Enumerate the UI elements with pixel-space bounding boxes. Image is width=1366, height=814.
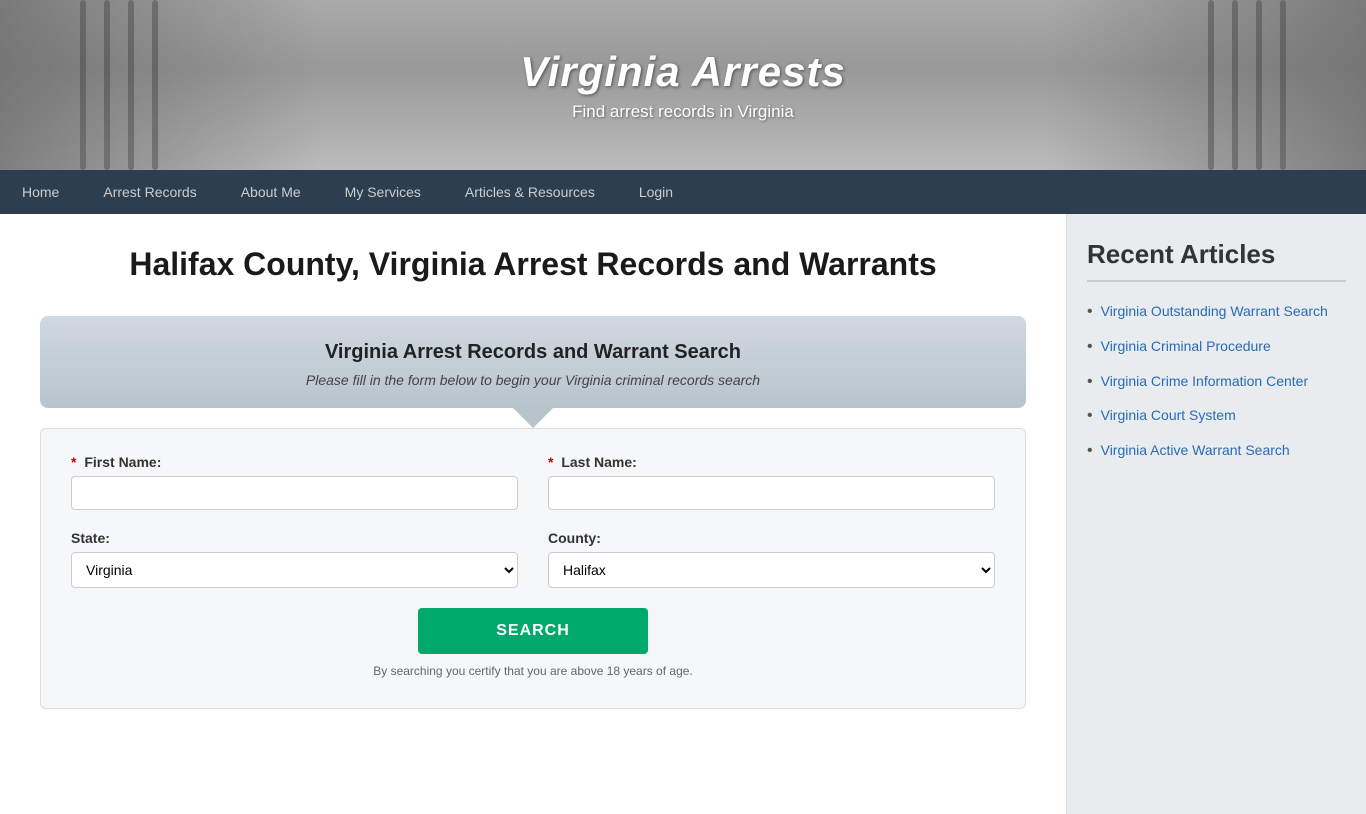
hero-content: Virginia Arrests Find arrest records in … xyxy=(520,48,846,122)
state-label: State: xyxy=(71,530,518,546)
sidebar-link-3[interactable]: Virginia Court System xyxy=(1101,406,1236,426)
main-content: Halifax County, Virginia Arrest Records … xyxy=(0,214,1066,814)
form-note: By searching you certify that you are ab… xyxy=(71,664,995,678)
nav-item-about-me[interactable]: About Me xyxy=(219,170,323,214)
nav-link-home[interactable]: Home xyxy=(0,170,81,214)
nav-list: Home Arrest Records About Me My Services… xyxy=(0,170,1366,214)
search-form-section: * First Name: * Last Name: State: xyxy=(40,428,1026,709)
bar-line xyxy=(1232,0,1238,170)
nav-link-arrest-records[interactable]: Arrest Records xyxy=(81,170,218,214)
nav-item-articles[interactable]: Articles & Resources xyxy=(443,170,617,214)
nav-link-articles[interactable]: Articles & Resources xyxy=(443,170,617,214)
hero-bars-left xyxy=(0,0,320,170)
sidebar-link-1[interactable]: Virginia Criminal Procedure xyxy=(1101,337,1271,357)
bar-line xyxy=(128,0,134,170)
sidebar-title: Recent Articles xyxy=(1087,239,1346,282)
location-row: State: Virginia County: Halifax xyxy=(71,530,995,588)
hero-section: Virginia Arrests Find arrest records in … xyxy=(0,0,1366,170)
last-name-group: * Last Name: xyxy=(548,454,995,510)
main-nav: Home Arrest Records About Me My Services… xyxy=(0,170,1366,214)
first-name-group: * First Name: xyxy=(71,454,518,510)
search-button[interactable]: SEARCH xyxy=(418,608,648,654)
last-name-label: * Last Name: xyxy=(548,454,995,470)
state-select[interactable]: Virginia xyxy=(71,552,518,588)
nav-item-arrest-records[interactable]: Arrest Records xyxy=(81,170,218,214)
first-name-required: * xyxy=(71,454,76,470)
bar-line xyxy=(1256,0,1262,170)
nav-link-login[interactable]: Login xyxy=(617,170,695,214)
page-title: Halifax County, Virginia Arrest Records … xyxy=(40,244,1026,286)
sidebar-item-1: Virginia Criminal Procedure xyxy=(1087,337,1346,358)
last-name-required: * xyxy=(548,454,553,470)
hero-bars-right xyxy=(1046,0,1366,170)
bar-line xyxy=(1280,0,1286,170)
form-card-subtitle: Please fill in the form below to begin y… xyxy=(70,372,996,388)
bar-line xyxy=(104,0,110,170)
form-card-title: Virginia Arrest Records and Warrant Sear… xyxy=(70,341,996,364)
bar-line xyxy=(80,0,86,170)
nav-item-home[interactable]: Home xyxy=(0,170,81,214)
county-label: County: xyxy=(548,530,995,546)
sidebar: Recent Articles Virginia Outstanding War… xyxy=(1066,214,1366,814)
sidebar-link-0[interactable]: Virginia Outstanding Warrant Search xyxy=(1101,302,1328,322)
site-subtitle: Find arrest records in Virginia xyxy=(520,102,846,122)
sidebar-item-0: Virginia Outstanding Warrant Search xyxy=(1087,302,1346,323)
sidebar-item-3: Virginia Court System xyxy=(1087,406,1346,427)
sidebar-link-2[interactable]: Virginia Crime Information Center xyxy=(1101,372,1309,392)
name-row: * First Name: * Last Name: xyxy=(71,454,995,510)
nav-item-login[interactable]: Login xyxy=(617,170,695,214)
bar-lines-right xyxy=(1208,0,1286,170)
county-group: County: Halifax xyxy=(548,530,995,588)
nav-link-my-services[interactable]: My Services xyxy=(323,170,443,214)
first-name-label: * First Name: xyxy=(71,454,518,470)
state-group: State: Virginia xyxy=(71,530,518,588)
bar-line xyxy=(152,0,158,170)
last-name-input[interactable] xyxy=(548,476,995,510)
site-title: Virginia Arrests xyxy=(520,48,846,96)
sidebar-article-list: Virginia Outstanding Warrant Search Virg… xyxy=(1087,302,1346,462)
nav-link-about-me[interactable]: About Me xyxy=(219,170,323,214)
bar-line xyxy=(1208,0,1214,170)
form-card-header: Virginia Arrest Records and Warrant Sear… xyxy=(40,316,1026,408)
sidebar-item-4: Virginia Active Warrant Search xyxy=(1087,441,1346,462)
form-card-arrow xyxy=(513,408,553,428)
nav-item-my-services[interactable]: My Services xyxy=(323,170,443,214)
first-name-input[interactable] xyxy=(71,476,518,510)
page-wrapper: Halifax County, Virginia Arrest Records … xyxy=(0,214,1366,814)
bar-lines-left xyxy=(80,0,158,170)
county-select[interactable]: Halifax xyxy=(548,552,995,588)
sidebar-link-4[interactable]: Virginia Active Warrant Search xyxy=(1101,441,1290,461)
sidebar-item-2: Virginia Crime Information Center xyxy=(1087,372,1346,393)
